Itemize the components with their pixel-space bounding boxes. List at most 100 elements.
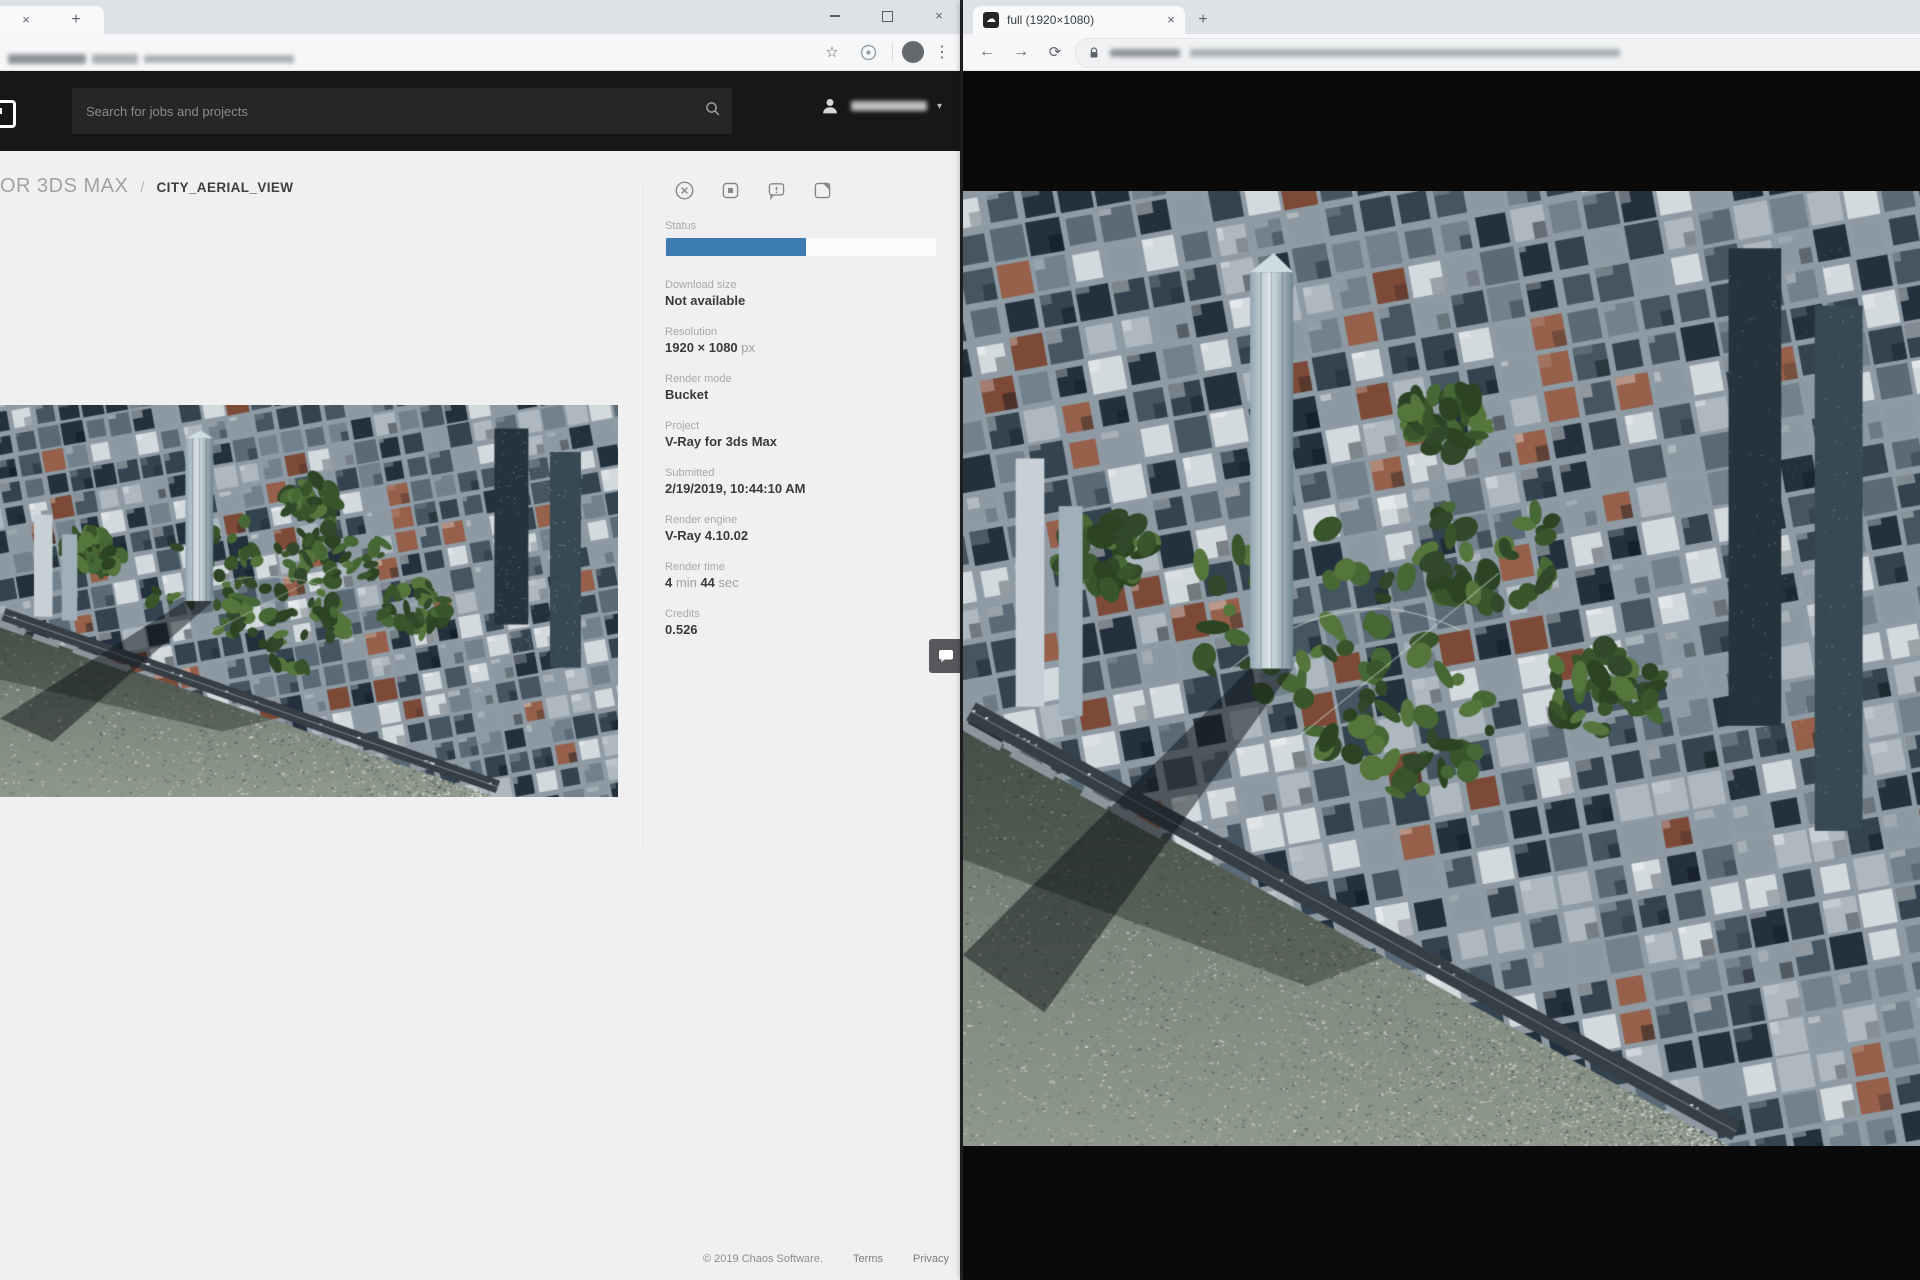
- window-maximize-button[interactable]: [874, 8, 900, 23]
- field-download-size: Download size Not available: [665, 278, 935, 309]
- field-render-mode: Render mode Bucket: [665, 372, 935, 403]
- bookmark-star-icon[interactable]: ☆: [820, 34, 844, 70]
- address-bar-redacted[interactable]: [8, 54, 86, 64]
- copyright-text: © 2019 Chaos Software.: [703, 1253, 823, 1265]
- tab-strip-left: × + ×: [0, 0, 960, 34]
- field-label: Render time: [665, 560, 935, 574]
- render-thumbnail-image[interactable]: [0, 405, 618, 797]
- full-render-image: [963, 191, 1920, 1146]
- feedback-chat-button[interactable]: [929, 639, 960, 673]
- job-actions: [665, 177, 935, 203]
- field-resolution: Resolution 1920 × 1080 px: [665, 325, 935, 356]
- window-minimize-button[interactable]: [822, 8, 848, 23]
- abort-job-icon[interactable]: [671, 177, 697, 203]
- back-icon[interactable]: ←: [973, 34, 1001, 70]
- tab-full-image[interactable]: ☁ full (1920×1080) ×: [973, 6, 1185, 34]
- forward-icon[interactable]: →: [1007, 34, 1035, 70]
- circle-badge-icon: [860, 44, 877, 61]
- lock-icon: [1088, 46, 1100, 60]
- field-render-time: Render time 4 min 44 sec: [665, 560, 935, 591]
- circle-badge-icon[interactable]: [856, 34, 880, 70]
- terms-link[interactable]: Terms: [853, 1253, 883, 1265]
- job-page-content: OR 3DS MAX / CITY_AERIAL_VIEW: [0, 151, 960, 1280]
- field-value: Not available: [665, 292, 935, 309]
- field-value: 0.526: [665, 621, 935, 638]
- field-value: V-Ray for 3ds Max: [665, 433, 935, 450]
- profile-avatar[interactable]: [902, 41, 924, 63]
- field-label: Download size: [665, 278, 935, 292]
- field-label: Credits: [665, 607, 935, 621]
- field-label: Submitted: [665, 466, 935, 480]
- new-tab-button[interactable]: +: [1191, 8, 1215, 32]
- reload-icon[interactable]: ⟳: [1041, 34, 1069, 70]
- browser-toolbar-right: ← → ⟳: [963, 34, 1920, 71]
- field-submitted: Submitted 2/19/2019, 10:44:10 AM: [665, 466, 935, 497]
- field-label: Project: [665, 419, 935, 433]
- stop-job-icon[interactable]: [717, 177, 743, 203]
- job-details-panel: Status Download size Not available Resol…: [665, 177, 935, 654]
- user-menu[interactable]: ▾: [819, 95, 942, 117]
- tab-cloud-app[interactable]: ×: [0, 6, 104, 34]
- report-problem-icon[interactable]: [763, 177, 789, 203]
- chaos-cloud-app: ▾ OR 3DS MAX / CITY_AERIAL_VIEW: [0, 71, 960, 1280]
- breadcrumb: OR 3DS MAX / CITY_AERIAL_VIEW: [0, 175, 293, 198]
- status-label: Status: [665, 219, 935, 233]
- app-logo-icon[interactable]: [0, 100, 16, 128]
- minimize-icon: [830, 15, 840, 17]
- field-value: 1920 × 1080 px: [665, 339, 935, 356]
- url-domain-redacted: [1110, 49, 1180, 57]
- person-icon: [819, 95, 841, 117]
- tab-close-icon[interactable]: ×: [18, 12, 34, 28]
- window-controls: ×: [822, 0, 952, 30]
- field-credits: Credits 0.526: [665, 607, 935, 638]
- browser-window-cloud-app: × + × ☆ ⋮: [0, 0, 960, 1280]
- breadcrumb-project-link[interactable]: OR 3DS MAX: [0, 175, 128, 198]
- render-time-minutes: 4: [665, 575, 672, 590]
- field-value: 4 min 44 sec: [665, 574, 935, 591]
- caret-down-icon: ▾: [937, 101, 942, 112]
- address-bar[interactable]: [1075, 38, 1920, 68]
- menu-dots-icon[interactable]: ⋮: [930, 34, 954, 70]
- browser-toolbar-left: ☆ ⋮: [0, 34, 960, 71]
- field-value: 2/19/2019, 10:44:10 AM: [665, 480, 935, 497]
- app-footer: © 2019 Chaos Software. Terms Privacy: [703, 1253, 949, 1265]
- privacy-link[interactable]: Privacy: [913, 1253, 949, 1265]
- tab-title: full (1920×1080): [1007, 13, 1163, 27]
- browser-window-image-viewer: ☁ full (1920×1080) × + ← → ⟳: [963, 0, 1920, 1280]
- status-progress-bar: [665, 237, 937, 257]
- chat-bubble-icon: [938, 649, 954, 663]
- user-name-redacted: [851, 101, 927, 111]
- tab-close-icon[interactable]: ×: [1163, 12, 1179, 28]
- maximize-icon: [882, 11, 893, 22]
- field-value: Bucket: [665, 386, 935, 403]
- status-progress-fill: [666, 238, 806, 256]
- address-bar-redacted[interactable]: [144, 55, 294, 63]
- image-preview-icon[interactable]: [809, 177, 835, 203]
- render-time-seconds: 44: [700, 575, 714, 590]
- url-path-redacted: [1190, 49, 1620, 57]
- desktop: × + × ☆ ⋮: [0, 0, 1920, 1280]
- resolution-unit: px: [741, 340, 755, 355]
- toolbar-divider: [892, 43, 893, 61]
- search-icon[interactable]: [694, 101, 732, 122]
- search-box: [72, 88, 732, 134]
- render-time-sec-unit: sec: [719, 575, 739, 590]
- field-render-engine: Render engine V-Ray 4.10.02: [665, 513, 935, 544]
- cloud-favicon: ☁: [983, 12, 999, 28]
- image-viewer: [963, 71, 1920, 1280]
- field-label: Render engine: [665, 513, 935, 527]
- panel-divider: [643, 181, 644, 851]
- new-tab-button[interactable]: +: [64, 8, 88, 32]
- app-header: ▾: [0, 71, 960, 151]
- breadcrumb-separator: /: [140, 179, 144, 196]
- field-label: Resolution: [665, 325, 935, 339]
- tab-strip-right: ☁ full (1920×1080) × +: [963, 0, 1920, 34]
- search-input[interactable]: [72, 104, 694, 119]
- field-project: Project V-Ray for 3ds Max: [665, 419, 935, 450]
- window-close-button[interactable]: ×: [926, 8, 952, 23]
- field-value: V-Ray 4.10.02: [665, 527, 935, 544]
- render-time-min-unit: min: [676, 575, 697, 590]
- breadcrumb-job-name: CITY_AERIAL_VIEW: [157, 180, 294, 195]
- resolution-value: 1920 × 1080: [665, 340, 738, 355]
- address-bar-redacted[interactable]: [92, 54, 138, 64]
